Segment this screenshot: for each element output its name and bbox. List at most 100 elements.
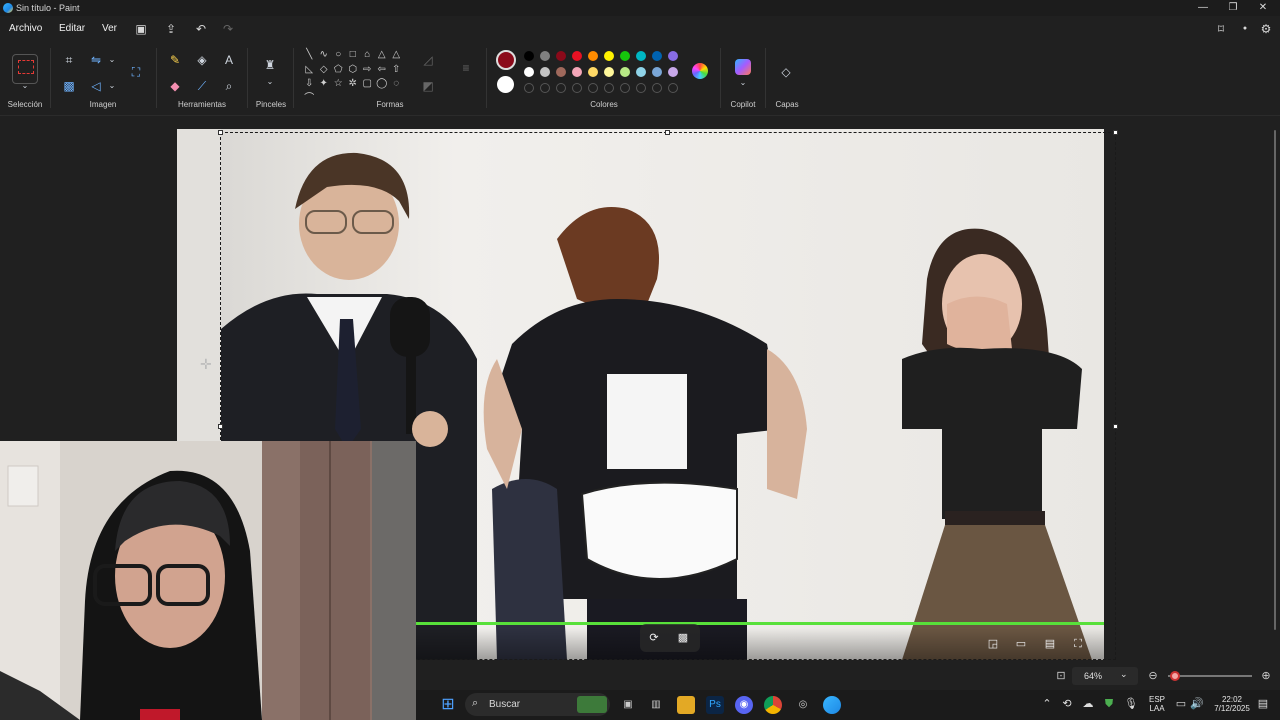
file-explorer-icon[interactable]	[677, 696, 695, 714]
custom-color-slot[interactable]	[524, 83, 534, 93]
zoom-slider[interactable]	[1168, 675, 1252, 677]
color-swatch[interactable]	[588, 51, 598, 61]
zoom-selector[interactable]: 64% ⌄	[1072, 667, 1138, 685]
text-icon[interactable]: A	[221, 52, 237, 68]
notepad-icon[interactable]: ▥	[647, 696, 665, 714]
shape-option[interactable]: ⌂	[360, 48, 375, 63]
color-swatch[interactable]	[636, 67, 646, 77]
fill-style-icon[interactable]: ◩	[420, 78, 436, 94]
shapes-gallery[interactable]: ╲ ∿ ○ □ ⌂ △ △ ◺ ◇ ⬠ ⬡ ⇨ ⇦ ⇧ ⇩ ✦ ☆ ✲ ▢ ◯ ◌ ⌒	[302, 48, 412, 104]
redo-icon[interactable]: ↷	[220, 21, 236, 37]
volume-icon[interactable]: 🔊	[1190, 697, 1204, 711]
color-swatch[interactable]	[540, 67, 550, 77]
color-swatch[interactable]	[668, 67, 678, 77]
chevron-down-icon[interactable]: ⌄	[262, 74, 278, 90]
close-button[interactable]: ✕	[1248, 0, 1278, 16]
resize-icon[interactable]: ⇋	[88, 52, 104, 68]
shape-option[interactable]: ◯	[375, 77, 390, 92]
color-swatch[interactable]	[636, 51, 646, 61]
shape-option[interactable]: ⬡	[346, 63, 361, 78]
color-swatch[interactable]	[668, 51, 678, 61]
magnifier-icon[interactable]: ⌕	[221, 78, 237, 94]
chevron-up-icon[interactable]: ⌃	[1040, 697, 1054, 711]
shape-option[interactable]: ⇧	[389, 63, 404, 78]
cloud-icon[interactable]: ☁	[1081, 697, 1095, 711]
image-creator-icon[interactable]: ⛶	[128, 64, 144, 80]
size-icon[interactable]: ≡	[458, 60, 474, 76]
edit-colors-icon[interactable]	[692, 63, 708, 79]
undo-icon[interactable]: ↶	[193, 21, 209, 37]
eraser-icon[interactable]: ◆	[167, 78, 183, 94]
shape-option[interactable]: ✦	[317, 77, 332, 92]
video-progress-bar[interactable]	[416, 622, 1104, 625]
shape-option[interactable]: △	[375, 48, 390, 63]
color-swatch[interactable]	[604, 51, 614, 61]
cast-icon[interactable]: ▭	[1014, 637, 1028, 651]
crop-icon[interactable]: ⌗	[61, 52, 77, 68]
fullscreen-icon[interactable]: ⛶	[1071, 637, 1085, 651]
copilot-icon[interactable]	[735, 59, 751, 75]
shape-option[interactable]: ◇	[317, 63, 332, 78]
language-indicator[interactable]: ESP LAA	[1144, 695, 1170, 713]
layers-icon[interactable]: ◇	[778, 64, 794, 80]
paint-icon[interactable]	[823, 696, 841, 714]
selection-handle[interactable]	[218, 424, 223, 429]
app-icon[interactable]: ◎	[794, 696, 812, 714]
notification-icon[interactable]: ▤	[1256, 697, 1270, 711]
outline-icon[interactable]: ◿	[420, 52, 436, 68]
share-icon[interactable]: ⇪	[163, 21, 179, 37]
rotate-icon[interactable]: ⟳	[647, 631, 661, 645]
scrollbar-thumb[interactable]	[1274, 130, 1276, 630]
secondary-color[interactable]	[497, 76, 514, 93]
selection-handle[interactable]	[1113, 130, 1118, 135]
shape-option[interactable]: ⌒	[302, 92, 317, 107]
color-swatch[interactable]	[604, 67, 614, 77]
microphone-icon[interactable]: 🎙	[1124, 697, 1138, 711]
color-swatch[interactable]	[556, 51, 566, 61]
color-swatch[interactable]	[652, 67, 662, 77]
background-removal-icon[interactable]: ▩	[61, 78, 77, 94]
photoshop-icon[interactable]: Ps	[706, 696, 724, 714]
color-swatch[interactable]	[652, 51, 662, 61]
color-swatch[interactable]	[620, 51, 630, 61]
rotate-icon[interactable]: ◁	[88, 78, 104, 94]
shape-option[interactable]: ▢	[360, 77, 375, 92]
shape-option[interactable]: ◌	[389, 77, 404, 92]
zoom-slider-thumb[interactable]	[1169, 671, 1180, 681]
fit-to-window-icon[interactable]: ⊡	[1054, 669, 1068, 683]
brush-icon[interactable]: ♜	[262, 57, 278, 73]
shape-option[interactable]: ⬠	[331, 63, 346, 78]
primary-color[interactable]	[496, 50, 516, 70]
shape-option[interactable]: ⇦	[375, 63, 390, 78]
shape-option[interactable]: ⇨	[360, 63, 375, 78]
custom-color-slot[interactable]	[668, 83, 678, 93]
zoom-in-icon[interactable]: ⊕	[1259, 669, 1273, 683]
clock[interactable]: 22:02 7/12/2025	[1210, 695, 1254, 713]
color-swatch[interactable]	[572, 51, 582, 61]
settings-icon[interactable]: ⚙	[1258, 21, 1274, 37]
chevron-down-icon[interactable]: ⌄	[735, 75, 751, 91]
shape-option[interactable]: ⇩	[302, 77, 317, 92]
widgets-icon[interactable]	[577, 696, 607, 713]
task-view-icon[interactable]: ▣	[619, 696, 637, 714]
color-swatch[interactable]	[524, 67, 534, 77]
color-swatch[interactable]	[524, 51, 534, 61]
security-icon[interactable]: ⛊	[1102, 697, 1116, 711]
save-icon[interactable]: ▣	[133, 21, 149, 37]
custom-color-slot[interactable]	[620, 83, 630, 93]
zoom-out-icon[interactable]: ⊖	[1146, 669, 1160, 683]
discord-icon[interactable]: ◉	[735, 696, 753, 714]
custom-color-slot[interactable]	[556, 83, 566, 93]
maximize-button[interactable]: ❐	[1218, 0, 1248, 16]
chevron-down-icon[interactable]: ⌄	[104, 78, 120, 94]
network-icon[interactable]: ▭	[1174, 697, 1188, 711]
subtitle-icon[interactable]: ▤	[1043, 637, 1057, 651]
color-swatch[interactable]	[588, 67, 598, 77]
feedback-icon[interactable]: ⌑	[1213, 21, 1229, 37]
color-swatch[interactable]	[620, 67, 630, 77]
custom-color-slot[interactable]	[652, 83, 662, 93]
custom-color-slot[interactable]	[636, 83, 646, 93]
vertical-scrollbar[interactable]	[1272, 118, 1278, 660]
account-icon[interactable]: ●	[1237, 21, 1253, 37]
selection-handle[interactable]	[1113, 424, 1118, 429]
